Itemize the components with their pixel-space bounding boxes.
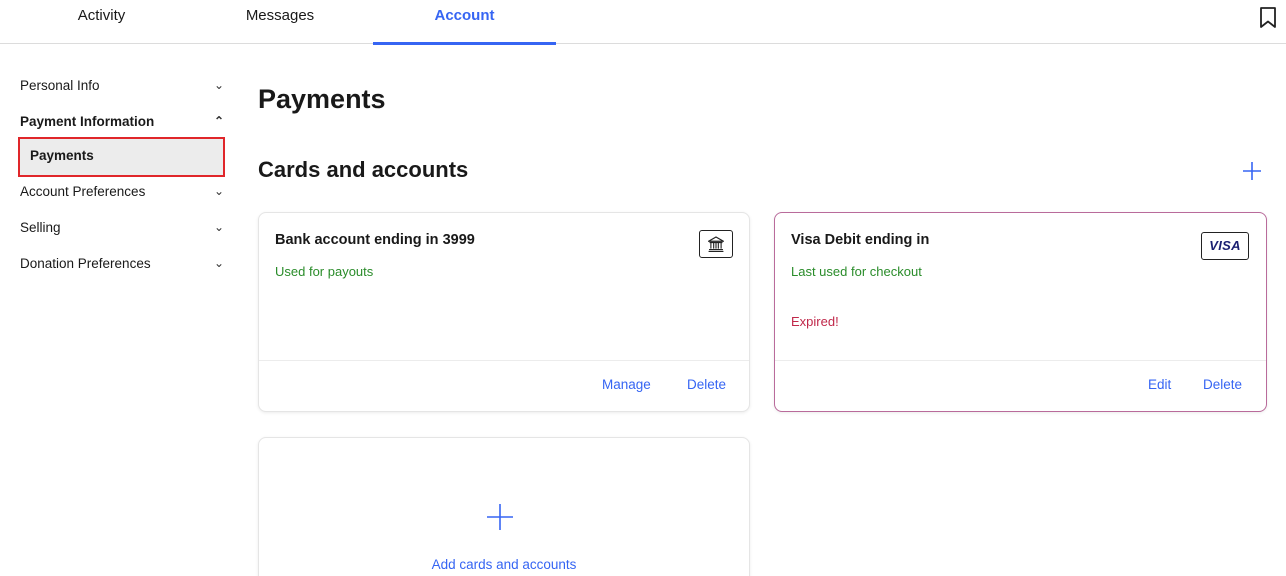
sidebar-item-label: Account Preferences: [20, 184, 146, 199]
chevron-down-icon: ⌄: [214, 220, 225, 234]
card-divider: [259, 360, 749, 361]
sidebar-item-personal-info[interactable]: Personal Info ⌄: [0, 72, 230, 108]
edit-button[interactable]: Edit: [1148, 377, 1171, 392]
account-sidebar: Personal Info ⌄ Payment Information ⌃: [0, 72, 230, 144]
delete-visa-button[interactable]: Delete: [1203, 377, 1242, 392]
sidebar-item-label: Payments: [30, 148, 94, 163]
section-title: Cards and accounts: [258, 157, 469, 182]
sidebar-item-label: Payment Information: [20, 114, 155, 129]
card-status-text: Last used for checkout: [791, 264, 922, 279]
tab-activity[interactable]: Activity: [0, 0, 203, 44]
page-title: Payments: [258, 84, 386, 114]
chevron-down-icon: ⌄: [214, 78, 225, 92]
chevron-down-icon: ⌄: [214, 184, 225, 198]
card-title: Bank account ending in 3999: [275, 232, 475, 248]
sidebar-item-account-preferences[interactable]: Account Preferences ⌄: [0, 178, 230, 214]
bookmark-icon[interactable]: [1258, 6, 1278, 30]
visa-logo-icon: VISA: [1201, 232, 1249, 260]
visa-debit-card: Visa Debit ending in Last used for check…: [774, 212, 1267, 412]
sidebar-more-items: Account Preferences ⌄ Selling ⌄ Donation…: [0, 178, 230, 286]
card-divider: [775, 360, 1266, 361]
card-title: Visa Debit ending in: [791, 232, 930, 248]
sidebar-subitem-payments[interactable]: Payments: [18, 137, 225, 177]
sidebar-item-donation-preferences[interactable]: Donation Preferences ⌄: [0, 250, 230, 286]
bank-account-card: Bank account ending in 3999 Used for pay…: [258, 212, 750, 412]
chevron-down-icon: ⌄: [214, 256, 225, 270]
delete-bank-button[interactable]: Delete: [687, 377, 726, 392]
sidebar-item-label: Donation Preferences: [20, 256, 151, 271]
tab-messages[interactable]: Messages: [187, 0, 373, 44]
tab-account[interactable]: Account: [373, 0, 556, 45]
bank-icon: [699, 230, 733, 258]
sidebar-item-label: Personal Info: [20, 78, 100, 93]
add-cards-tile[interactable]: Add cards and accounts: [258, 437, 750, 576]
sidebar-item-label: Selling: [20, 220, 61, 235]
chevron-up-icon: ⌃: [214, 114, 225, 128]
card-status-text: Used for payouts: [275, 264, 374, 279]
plus-icon[interactable]: [483, 500, 517, 534]
sidebar-item-selling[interactable]: Selling ⌄: [0, 214, 230, 250]
expired-warning: Expired!: [791, 314, 839, 329]
add-payment-plus-icon[interactable]: [1240, 159, 1264, 183]
add-cards-link[interactable]: Add cards and accounts: [259, 557, 749, 572]
manage-button[interactable]: Manage: [602, 377, 651, 392]
top-tab-bar: Activity Messages Account: [0, 0, 1286, 45]
